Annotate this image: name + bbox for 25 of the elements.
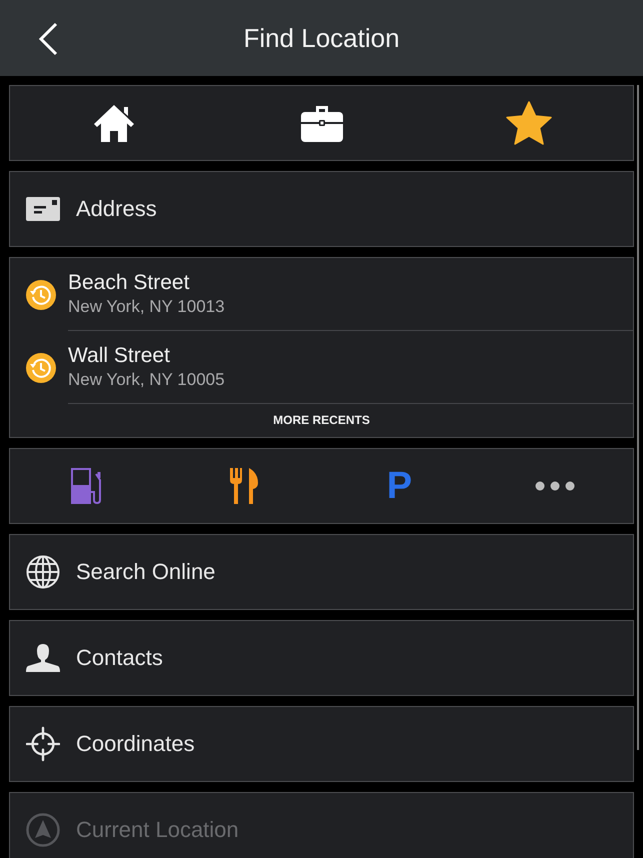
menu-item[interactable]: Search Online (9, 534, 634, 610)
page-title: Find Location (243, 22, 400, 54)
fork-knife-icon (228, 467, 259, 505)
recent-address: New York, NY 10013 (68, 297, 226, 317)
menu-item[interactable]: Coordinates (9, 706, 634, 782)
star-icon (506, 101, 552, 145)
envelope-icon (26, 197, 60, 221)
home-icon (92, 103, 135, 143)
recent-item[interactable]: Wall Street New York, NY 10005 (10, 331, 633, 404)
briefcase-icon (300, 104, 342, 142)
crosshair-icon (26, 726, 60, 762)
menu-item[interactable]: Contacts (9, 620, 634, 696)
recent-name: Beach Street (68, 271, 190, 295)
back-icon (38, 22, 58, 56)
address-button[interactable]: Address (9, 171, 634, 247)
person-icon (26, 644, 60, 672)
history-icon (26, 280, 56, 310)
recent-address: New York, NY 10005 (68, 370, 226, 390)
parking-icon: P (386, 467, 412, 505)
history-icon (26, 352, 56, 382)
more-icon (535, 481, 576, 491)
recent-item[interactable]: Beach Street New York, NY 10013 (10, 258, 633, 331)
recent-name: Wall Street (68, 344, 171, 368)
more-recents-button[interactable]: MORE RECENTS (269, 404, 374, 437)
globe-icon (26, 555, 60, 589)
